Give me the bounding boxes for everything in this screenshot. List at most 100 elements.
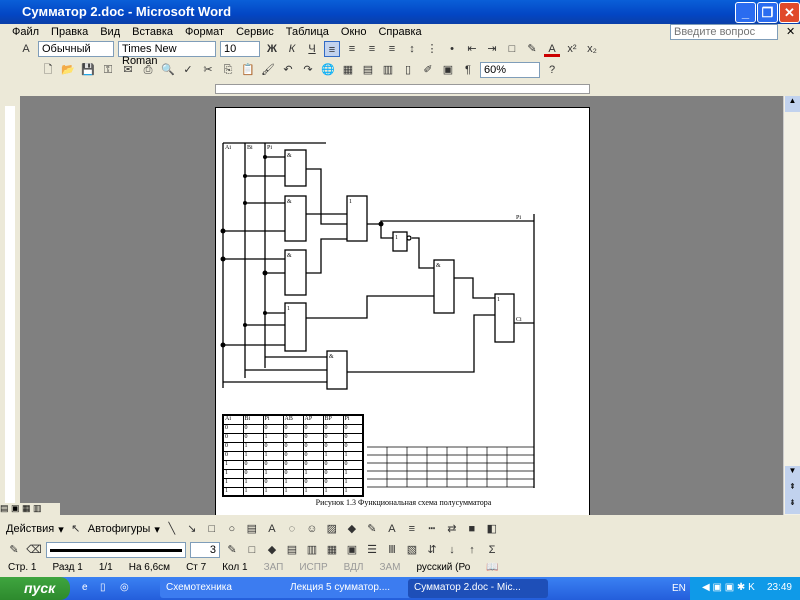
open-icon[interactable]: 📂 [60, 62, 76, 78]
quicklaunch-icon[interactable]: ▯ [100, 582, 106, 593]
font-color-icon[interactable]: A [544, 41, 560, 57]
restore-button[interactable]: ❐ [757, 2, 778, 23]
distribute-columns-icon[interactable]: Ⅲ [384, 542, 400, 558]
redo-icon[interactable]: ↷ [300, 62, 316, 78]
eraser-icon[interactable]: ⌫ [26, 542, 42, 558]
outdent-icon[interactable]: ⇤ [464, 41, 480, 57]
indent-icon[interactable]: ⇥ [484, 41, 500, 57]
print-icon[interactable]: ⎙ [140, 62, 156, 78]
spelling-icon[interactable]: ✓ [180, 62, 196, 78]
superscript-icon[interactable]: x² [564, 41, 580, 57]
drawing-icon[interactable]: ✐ [420, 62, 436, 78]
hyperlink-icon[interactable]: 🌐 [320, 62, 336, 78]
language-indicator[interactable]: EN [672, 583, 686, 594]
show-formatting-icon[interactable]: ¶ [460, 62, 476, 78]
autosum-icon[interactable]: Σ [484, 542, 500, 558]
borders-icon[interactable]: □ [504, 41, 520, 57]
document-page[interactable]: Ai Bi Pi & & & 1 & 1 1 & 1 Pi Ci Ai Bi Pi A… [215, 107, 590, 515]
align-right-icon[interactable]: ≡ [364, 41, 380, 57]
clipart-icon[interactable]: ☺ [304, 521, 320, 537]
document-map-icon[interactable]: ▣ [440, 62, 456, 78]
select-objects-icon[interactable]: ↖ [68, 521, 84, 537]
align-icon[interactable]: ▣ [344, 542, 360, 558]
border-color-icon[interactable]: ✎ [224, 542, 240, 558]
copy-icon[interactable]: ⎘ [220, 62, 236, 78]
bullets-icon[interactable]: • [444, 41, 460, 57]
vertical-ruler[interactable] [0, 96, 20, 515]
status-overtype[interactable]: ЗАМ [379, 562, 400, 575]
spelling-status-icon[interactable]: 📖 [486, 562, 498, 575]
columns-icon[interactable]: ▯ [400, 62, 416, 78]
minimize-button[interactable]: _ [735, 2, 756, 23]
document-area[interactable]: Ai Bi Pi & & & 1 & 1 1 & 1 Pi Ci Ai Bi Pi A… [20, 96, 783, 515]
insert-table-icon[interactable]: ▤ [284, 542, 300, 558]
scroll-up-button[interactable]: ▲ [785, 96, 800, 112]
autoshapes-menu[interactable]: Автофигуры [88, 523, 151, 535]
wordart-icon[interactable]: A [264, 521, 280, 537]
vertical-scrollbar[interactable]: ▲ ▼ ⇞ ⇟ [783, 96, 800, 515]
permission-icon[interactable]: ⚿ [100, 62, 116, 78]
close-doc-icon[interactable]: ✕ [786, 25, 795, 38]
distribute-rows-icon[interactable]: ☰ [364, 542, 380, 558]
size-select[interactable]: 10 [220, 41, 260, 57]
view-buttons[interactable]: ▤ ▣ ▦ ▥ [0, 503, 60, 516]
justify-icon[interactable]: ≡ [384, 41, 400, 57]
bold-button[interactable]: Ж [264, 41, 280, 57]
highlight-icon[interactable]: ✎ [524, 41, 540, 57]
status-extend[interactable]: ВДЛ [344, 562, 364, 575]
new-icon[interactable]: 🗋 [40, 62, 56, 78]
underline-button[interactable]: Ч [304, 41, 320, 57]
zoom-select[interactable]: 60% [480, 62, 540, 78]
previous-page-button[interactable]: ⇞ [785, 482, 800, 498]
shadow-icon[interactable]: ■ [464, 521, 480, 537]
status-rec[interactable]: ЗАП [264, 562, 284, 575]
sort-ascending-icon[interactable]: ↓ [444, 542, 460, 558]
scroll-down-button[interactable]: ▼ [785, 466, 800, 482]
font-select[interactable]: Times New Roman [118, 41, 216, 67]
email-icon[interactable]: ✉ [120, 62, 136, 78]
cut-icon[interactable]: ✂ [200, 62, 216, 78]
print-preview-icon[interactable]: 🔍 [160, 62, 176, 78]
line-color-icon[interactable]: ✎ [364, 521, 380, 537]
start-button[interactable]: пуск [0, 577, 70, 600]
rectangle-icon[interactable]: □ [204, 521, 220, 537]
align-left-icon[interactable]: ≡ [324, 41, 340, 57]
align-center-icon[interactable]: ≡ [344, 41, 360, 57]
close-button[interactable]: ✕ [779, 2, 800, 23]
autoformat-icon[interactable]: ▧ [404, 542, 420, 558]
tables-borders-icon[interactable]: ▦ [340, 62, 356, 78]
line-style-select[interactable] [46, 542, 186, 558]
3d-icon[interactable]: ◧ [484, 521, 500, 537]
style-select[interactable]: Обычный [38, 41, 114, 57]
tray-icons[interactable]: ◀ ▣ ▣ ✱ K [702, 582, 755, 593]
insert-excel-icon[interactable]: ▥ [380, 62, 396, 78]
help-search-input[interactable] [670, 24, 778, 40]
next-page-button[interactable]: ⇟ [785, 498, 800, 514]
merge-cells-icon[interactable]: ▥ [304, 542, 320, 558]
shading-icon[interactable]: ◆ [264, 542, 280, 558]
italic-button[interactable]: К [284, 41, 300, 57]
horizontal-ruler[interactable] [0, 82, 800, 96]
dash-style-icon[interactable]: ┅ [424, 521, 440, 537]
oval-icon[interactable]: ○ [224, 521, 240, 537]
fill-color-icon[interactable]: ◆ [344, 521, 360, 537]
numbering-icon[interactable]: ⋮ [424, 41, 440, 57]
insert-table-icon[interactable]: ▤ [360, 62, 376, 78]
sort-descending-icon[interactable]: ↑ [464, 542, 480, 558]
line-weight-select[interactable]: 3 [190, 542, 220, 558]
save-icon[interactable]: 💾 [80, 62, 96, 78]
quicklaunch-ie-icon[interactable]: e [82, 582, 88, 593]
task-current-doc[interactable]: Сумматор 2.doc - Mic... [408, 579, 548, 598]
line-style-icon[interactable]: ≡ [404, 521, 420, 537]
subscript-icon[interactable]: x₂ [584, 41, 600, 57]
line-spacing-icon[interactable]: ↕ [404, 41, 420, 57]
task-folder[interactable]: Схемотехника [160, 579, 300, 598]
styles-icon[interactable]: A [18, 41, 34, 57]
task-lecture[interactable]: Лекция 5 сумматор.... [284, 579, 424, 598]
font-color-draw-icon[interactable]: A [384, 521, 400, 537]
actions-menu[interactable]: Действия [6, 523, 54, 535]
arrow-icon[interactable]: ↘ [184, 521, 200, 537]
quicklaunch-icon[interactable]: ◎ [120, 582, 129, 593]
line-icon[interactable]: ╲ [164, 521, 180, 537]
text-direction-icon[interactable]: ⇵ [424, 542, 440, 558]
